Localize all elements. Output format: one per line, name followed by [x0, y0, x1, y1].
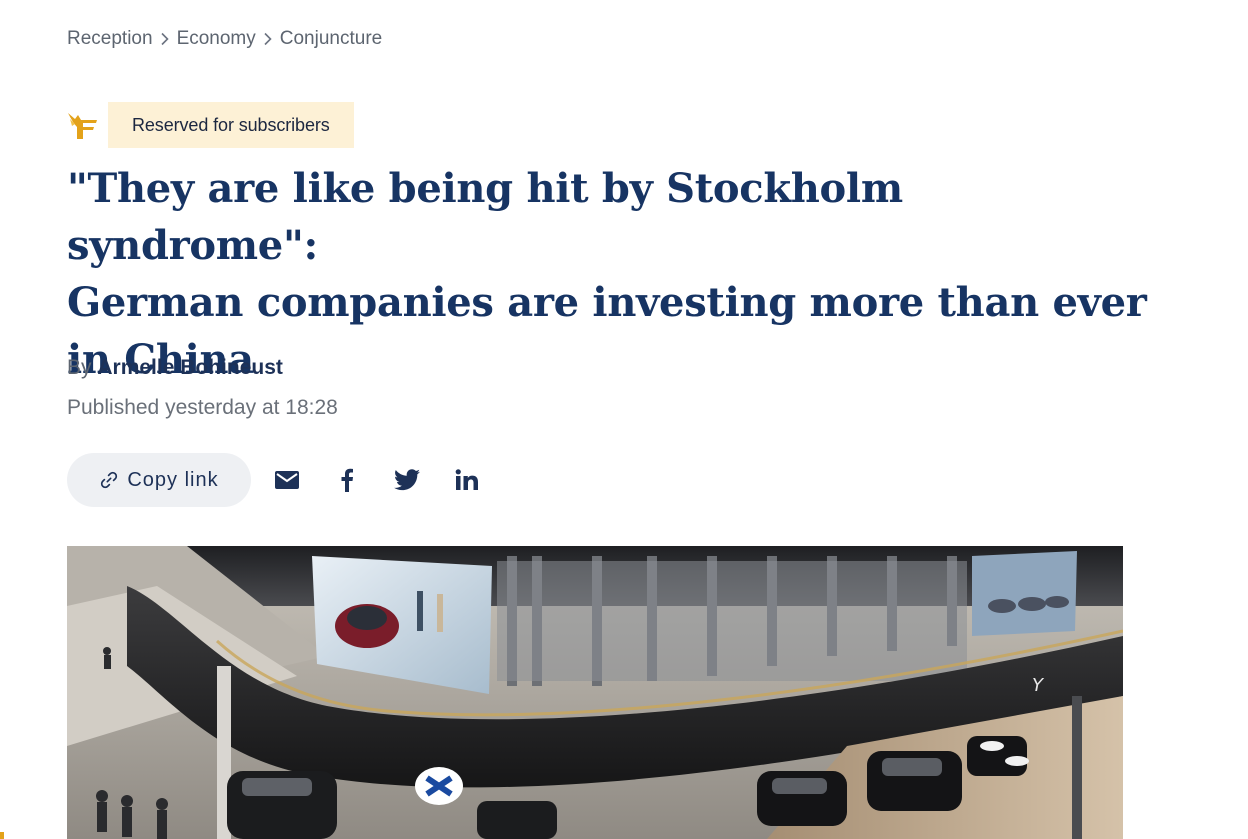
copy-link-button[interactable]: Copy link — [67, 453, 251, 507]
linkedin-icon[interactable] — [447, 460, 487, 500]
breadcrumb-conjuncture[interactable]: Conjuncture — [280, 28, 382, 50]
byline: By Armelle Bohineust — [67, 356, 283, 380]
twitter-icon[interactable] — [387, 460, 427, 500]
copy-link-label: Copy link — [127, 468, 219, 491]
author-link[interactable]: Armelle Bohineust — [97, 356, 283, 379]
le-figaro-f-logo-icon — [67, 109, 99, 141]
chevron-right-icon — [256, 29, 280, 49]
headline-line: German companies are investing more than… — [67, 279, 1147, 326]
mail-icon[interactable] — [267, 460, 307, 500]
breadcrumb: Reception Economy Conjuncture — [67, 26, 382, 52]
subscriber-badge: Reserved for subscribers — [108, 102, 354, 148]
chevron-right-icon — [153, 29, 177, 49]
article-headline: "They are like being hit by Stockholm sy… — [67, 160, 1147, 388]
breadcrumb-economy[interactable]: Economy — [177, 28, 256, 50]
share-bar: Copy link — [67, 453, 487, 507]
hero-image: Y — [67, 546, 1123, 839]
breadcrumb-reception[interactable]: Reception — [67, 28, 153, 50]
link-icon — [101, 471, 118, 489]
published-date: Published yesterday at 18:28 — [67, 396, 338, 419]
article-page: Reception Economy Conjuncture Reserved f… — [0, 0, 1248, 839]
headline-line: "They are like being hit by Stockholm sy… — [67, 165, 903, 269]
subscriber-badge-row: Reserved for subscribers — [67, 102, 354, 148]
facebook-icon[interactable] — [327, 460, 367, 500]
edge-decoration — [0, 832, 4, 839]
byline-prefix: By — [67, 356, 92, 379]
